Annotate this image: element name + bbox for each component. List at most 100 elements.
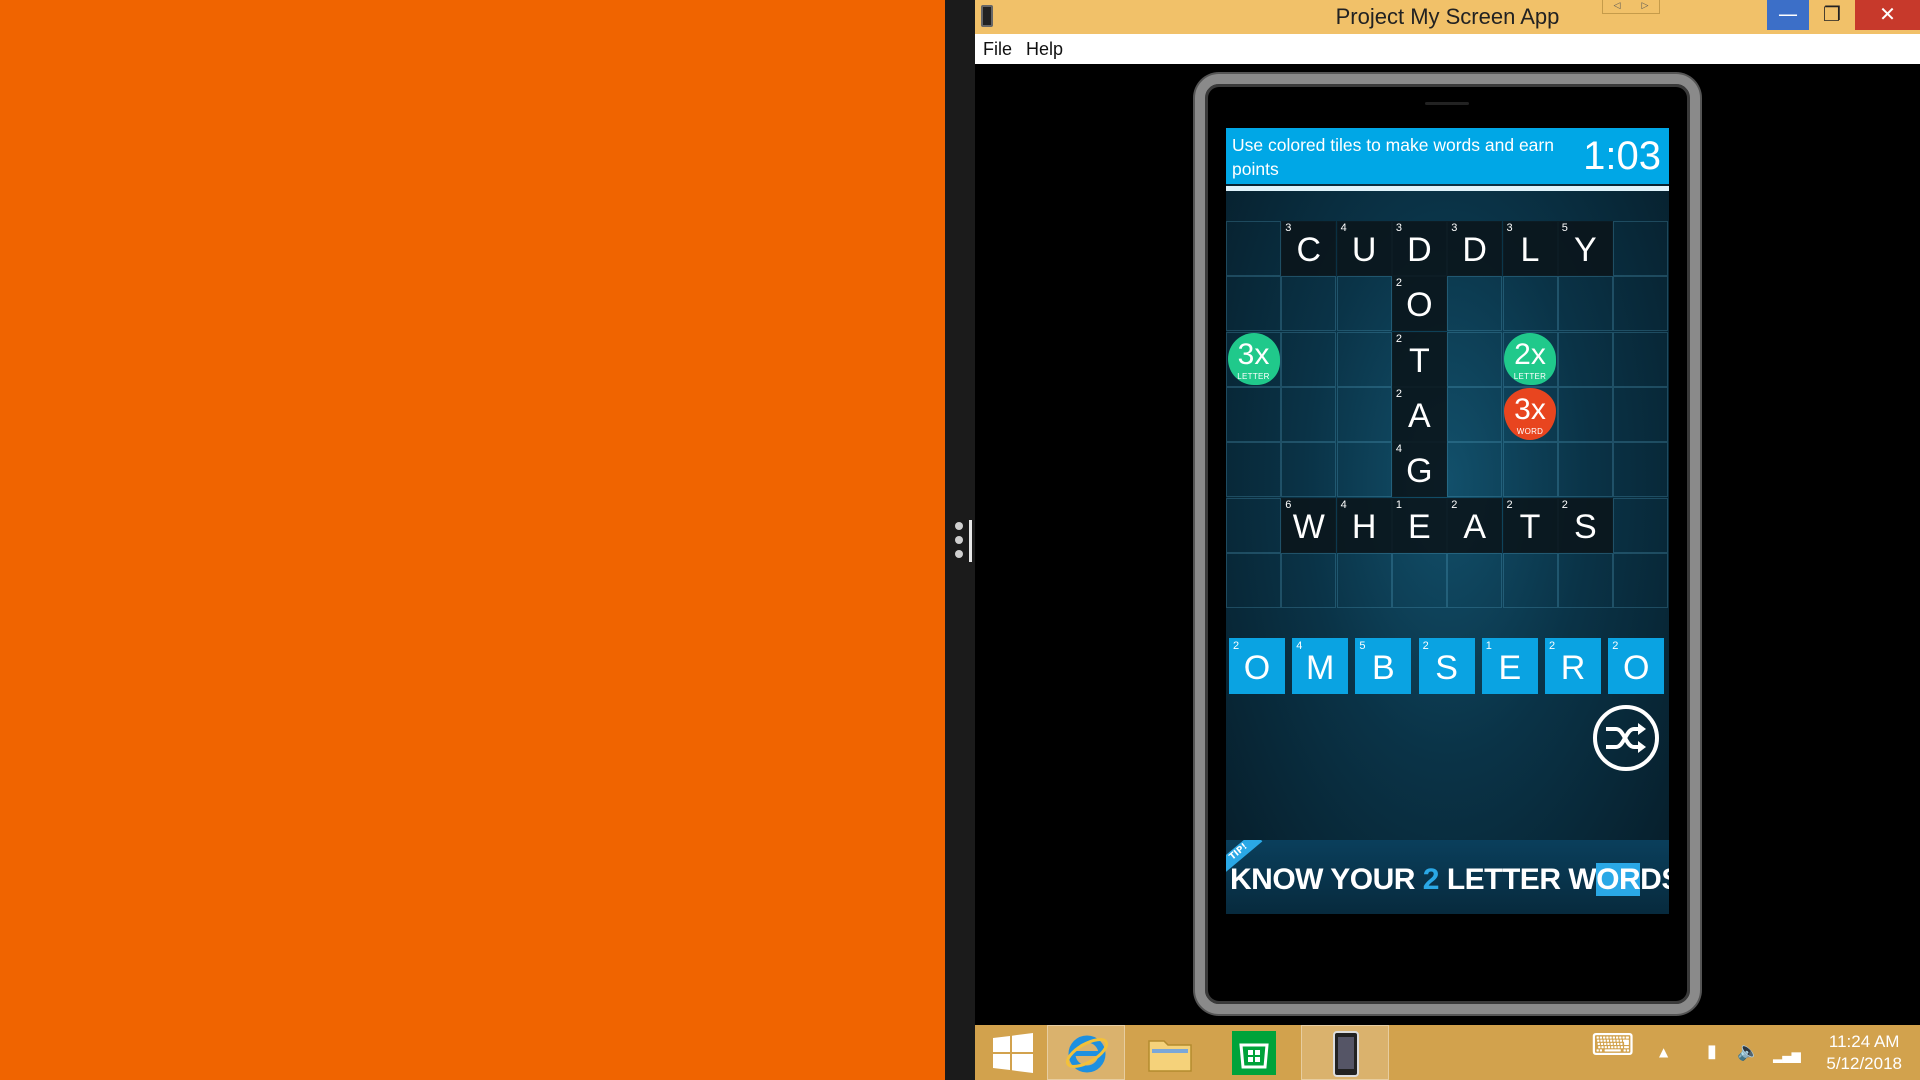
board-cell[interactable] [1557,442,1613,498]
taskbar-store[interactable] [1215,1025,1293,1080]
board-tile[interactable]: 2S [1557,497,1613,553]
board-cell[interactable] [1226,386,1281,442]
board-cell[interactable] [1613,442,1669,498]
board-cell[interactable] [1502,276,1558,332]
keyboard-icon[interactable]: ⌨ [1591,1031,1634,1061]
nav-back-icon[interactable]: ◁ [1603,0,1631,13]
tile-score: 2 [1549,640,1556,652]
board-cell[interactable] [1226,276,1281,332]
ad-banner[interactable]: TIP! KNOW YOUR 2 LETTER WORDS [1226,840,1669,914]
game-board[interactable]: 3 C 4 U 3 D 3 D 3 L 5 Y 2 O 2 T 2 A 4 G 6 W 4 H 1 E 2 A 2 T 2 S 3x LETTER… [1226,221,1669,608]
rack-tile[interactable]: 5B [1355,638,1412,694]
tile-letter: O [1243,649,1271,687]
board-tile[interactable]: 6W [1281,497,1337,553]
board-cell[interactable] [1502,552,1558,608]
board-cell[interactable] [1226,221,1281,276]
shuffle-button[interactable] [1593,705,1659,771]
board-tile[interactable]: 2A [1447,497,1503,553]
rack-tile[interactable]: 4M [1292,638,1349,694]
board-cell[interactable] [1613,331,1669,387]
board-tile[interactable]: 2T [1391,331,1447,387]
board-tile[interactable]: 3D [1391,221,1447,276]
board-tile[interactable]: 2A [1391,386,1447,442]
board-cell[interactable] [1391,552,1447,608]
snapped-app-pane[interactable] [0,0,945,1080]
board-tile[interactable]: 2O [1391,276,1447,332]
board-cell[interactable] [1281,552,1337,608]
board-tile[interactable]: 5Y [1557,221,1613,276]
board-cell[interactable] [1613,386,1669,442]
board-cell[interactable] [1226,552,1281,608]
chevron-up-icon[interactable]: ▲ [1659,1041,1668,1063]
tile-score: 2 [1506,498,1513,511]
board-cell[interactable] [1613,276,1669,332]
board-cell[interactable] [1447,552,1503,608]
board-tile[interactable]: 1E [1391,497,1447,553]
taskbar-file-explorer[interactable] [1131,1025,1209,1080]
tile-letter: A [1463,507,1487,546]
title-bar[interactable]: Project My Screen App ◁ ▷ — ❐ ✕ [975,0,1920,34]
board-cell[interactable] [1447,442,1503,498]
start-button[interactable] [975,1025,1053,1080]
nav-forward-icon[interactable]: ▷ [1631,0,1659,13]
ad-text-boxed: R [1618,863,1641,896]
rack-tile[interactable]: 2O [1608,638,1665,694]
board-cell[interactable] [1336,331,1392,387]
tile-letter: O [1622,649,1650,687]
tile-score: 3 [1506,222,1513,234]
board-cell[interactable] [1557,552,1613,608]
restore-button[interactable]: ❐ [1811,0,1853,30]
board-cell[interactable] [1336,442,1392,498]
taskbar-internet-explorer[interactable] [1047,1025,1125,1080]
splitter-handle[interactable] [969,520,972,562]
board-cell[interactable] [1502,442,1558,498]
rack-tile[interactable]: 2S [1418,638,1475,694]
board-tile[interactable]: 2T [1502,497,1558,553]
board-cell[interactable] [1613,221,1669,276]
clock-date: 5/12/2018 [1826,1054,1902,1073]
board-cell[interactable] [1336,552,1392,608]
board-tile[interactable]: 4G [1391,442,1447,498]
board-cell[interactable] [1336,276,1392,332]
board-cell[interactable] [1557,331,1613,387]
board-tile[interactable]: 3L [1502,221,1558,276]
board-tile[interactable]: 4U [1336,221,1392,276]
tile-letter: B [1372,649,1395,687]
board-tile[interactable]: 3D [1447,221,1503,276]
board-cell[interactable] [1557,386,1613,442]
board-cell[interactable] [1613,497,1669,553]
clock[interactable]: 11:24 AM 5/12/2018 [1826,1031,1902,1075]
board-cell[interactable] [1336,386,1392,442]
game-screen: Use colored tiles to make words and earn… [1226,128,1669,914]
board-cell[interactable] [1226,497,1281,553]
board-cell[interactable] [1281,276,1337,332]
board-cell[interactable] [1557,276,1613,332]
rack-tile[interactable]: 2O [1229,638,1285,694]
ad-text-part: LETTER W [1438,863,1597,896]
board-cell[interactable] [1447,276,1503,332]
bonus-kind: WORD [1516,427,1544,437]
tile-score: 2 [1233,640,1240,652]
rack-tile[interactable]: 1E [1481,638,1538,694]
menu-help[interactable]: Help [1026,39,1063,60]
network-icon[interactable]: ▂▄▆ [1773,1045,1801,1067]
board-cell[interactable] [1226,442,1281,498]
taskbar-project-my-screen[interactable] [1301,1025,1389,1080]
board-cell[interactable] [1447,386,1503,442]
bonus-multiplier: 2x [1514,338,1546,372]
volume-icon[interactable]: 🔈 [1737,1041,1759,1063]
board-cell[interactable] [1613,552,1669,608]
board-cell[interactable] [1281,442,1337,498]
board-cell[interactable] [1447,331,1503,387]
board-tile[interactable]: 4H [1336,497,1392,553]
tile-score: 3 [1395,222,1403,234]
board-tile[interactable]: 3C [1281,221,1337,276]
battery-icon[interactable]: ▮ [1707,1041,1717,1063]
snap-splitter[interactable] [945,0,975,1080]
minimize-button[interactable]: — [1767,0,1809,30]
menu-file[interactable]: File [983,39,1012,60]
board-cell[interactable] [1281,331,1337,387]
rack-tile[interactable]: 2R [1545,638,1601,694]
board-cell[interactable] [1281,386,1337,442]
close-button[interactable]: ✕ [1855,0,1920,30]
